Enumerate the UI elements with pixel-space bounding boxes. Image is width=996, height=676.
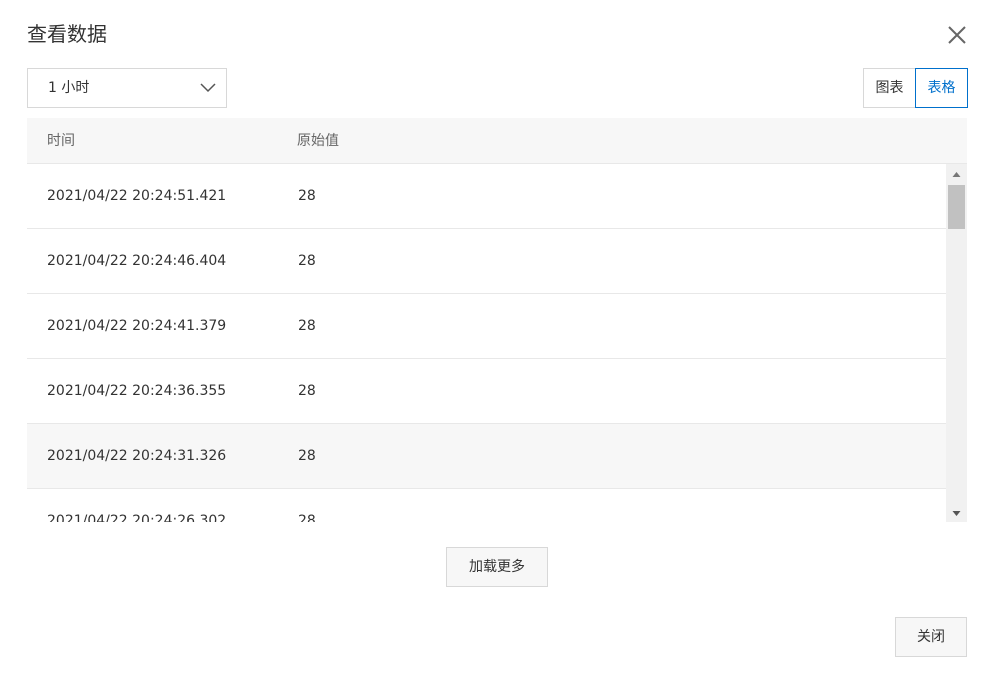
scroll-down-arrow-icon[interactable] — [946, 504, 967, 522]
value-cell: 28 — [298, 318, 316, 334]
table-row: 2021/04/22 20:24:41.379 28 — [27, 294, 946, 359]
time-cell: 2021/04/22 20:24:41.379 — [47, 318, 227, 334]
time-cell: 2021/04/22 20:24:51.421 — [47, 188, 227, 204]
chart-view-button[interactable]: 图表 — [863, 68, 916, 108]
close-button[interactable]: 关闭 — [895, 617, 967, 657]
table-header: 时间 原始值 — [27, 118, 967, 164]
time-range-value: 1 小时 — [48, 80, 90, 96]
time-cell: 2021/04/22 20:24:26.302 — [47, 513, 227, 522]
table-row: 2021/04/22 20:24:31.326 28 — [27, 424, 946, 489]
value-cell: 28 — [298, 188, 316, 204]
value-cell: 28 — [298, 448, 316, 464]
column-header-raw-value: 原始值 — [297, 133, 339, 149]
time-range-select[interactable]: 1 小时 — [27, 68, 227, 108]
time-cell: 2021/04/22 20:24:46.404 — [47, 253, 227, 269]
view-toggle: 图表 表格 — [863, 68, 968, 108]
time-cell: 2021/04/22 20:24:36.355 — [47, 383, 227, 399]
column-header-time: 时间 — [47, 133, 75, 149]
table-body: 2021/04/22 20:24:51.421 28 2021/04/22 20… — [27, 164, 946, 522]
table-row: 2021/04/22 20:24:26.302 28 — [27, 489, 946, 522]
table-scrollbar[interactable] — [946, 164, 967, 522]
time-cell: 2021/04/22 20:24:31.326 — [47, 448, 227, 464]
dialog-title: 查看数据 — [27, 22, 107, 46]
load-more-button[interactable]: 加载更多 — [446, 547, 548, 587]
value-cell: 28 — [298, 253, 316, 269]
table-view-button[interactable]: 表格 — [915, 68, 968, 108]
close-icon[interactable] — [945, 23, 969, 47]
value-cell: 28 — [298, 383, 316, 399]
value-cell: 28 — [298, 513, 316, 522]
table-row: 2021/04/22 20:24:46.404 28 — [27, 229, 946, 294]
scrollbar-thumb[interactable] — [948, 185, 965, 229]
scroll-up-arrow-icon[interactable] — [946, 166, 967, 184]
chevron-down-icon — [200, 83, 216, 93]
data-table: 时间 原始值 2021/04/22 20:24:51.421 28 2021/0… — [27, 118, 967, 522]
table-row: 2021/04/22 20:24:36.355 28 — [27, 359, 946, 424]
table-row: 2021/04/22 20:24:51.421 28 — [27, 164, 946, 229]
